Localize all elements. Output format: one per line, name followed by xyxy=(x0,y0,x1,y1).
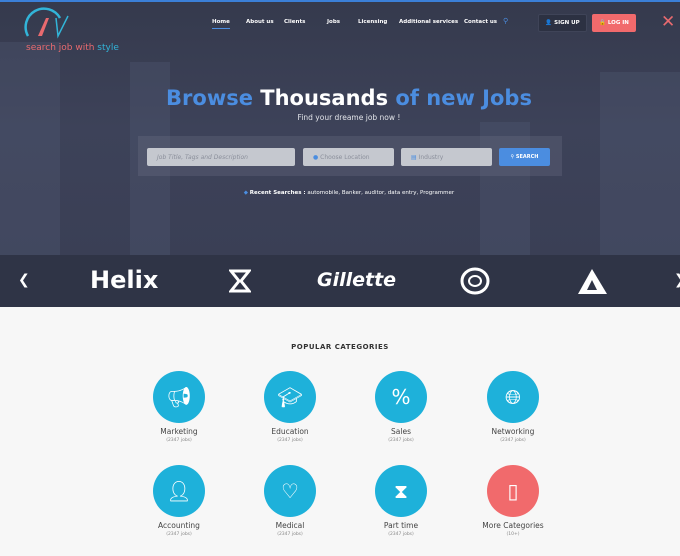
hero-title: Browse Thousands of new Jobs xyxy=(0,86,680,110)
title-part: of new Jobs xyxy=(388,86,532,110)
category-count: (2347 jobs) xyxy=(388,438,414,443)
hero: search job with style Home About us Clie… xyxy=(0,0,680,255)
category-education[interactable]: 🎓︎ Education (2347 jobs) xyxy=(235,371,345,443)
recent-label: Recent Searches : xyxy=(249,190,306,196)
category-count: (10+) xyxy=(506,532,520,537)
category-accounting[interactable]: 👤︎ Accounting (2347 jobs) xyxy=(124,465,234,537)
recent-searches: ◆ Recent Searches : automobile, Banker, … xyxy=(0,190,680,196)
keyword-input[interactable]: Job Title, Tags and Description xyxy=(147,148,295,166)
category-name: Part time xyxy=(383,521,419,530)
brand-gillette: Gillette xyxy=(317,269,397,291)
hero-subtitle: Find your dreame job now ! xyxy=(297,113,401,122)
close-icon[interactable]: ✕ xyxy=(661,12,675,32)
tagline: search job with style xyxy=(26,43,119,53)
industry-select[interactable]: ▤ Industry xyxy=(401,148,492,166)
tagline-accent: style xyxy=(97,43,119,53)
graduation-cap-icon: 🎓︎ xyxy=(264,371,316,423)
category-networking[interactable]: 🌐︎ Networking (2347 jobs) xyxy=(458,371,568,443)
nav-home[interactable]: Home xyxy=(212,19,230,29)
category-medical[interactable]: ♡ Medical (2347 jobs) xyxy=(235,465,345,537)
location-input[interactable]: ● Choose Location xyxy=(303,148,394,166)
category-count: (2347 jobs) xyxy=(166,438,192,443)
category-name: Accounting xyxy=(158,521,200,530)
heart-hand-icon: ♡ xyxy=(264,465,316,517)
nav-clients[interactable]: Clients xyxy=(284,19,305,25)
carousel-next-icon[interactable]: ❯ xyxy=(674,272,680,288)
category-name: Education xyxy=(271,427,309,436)
category-count: (2347 jobs) xyxy=(277,532,303,537)
tagline-text: search job with xyxy=(26,43,98,53)
category-sales[interactable]: % Sales (2347 jobs) xyxy=(346,371,456,443)
category-part-time[interactable]: ⧗ Part time (2347 jobs) xyxy=(346,465,456,537)
title-highlight: Thousands xyxy=(260,86,389,110)
title-part: Browse xyxy=(166,86,261,110)
recent-list[interactable]: automobile, Banker, auditor, data entry,… xyxy=(307,190,454,196)
nav-additional-services[interactable]: Additional services xyxy=(399,19,458,25)
section-title: POPULAR CATEGORIES xyxy=(291,343,389,351)
lock-icon: 🔒 xyxy=(599,20,608,26)
accountant-icon: 👤︎ xyxy=(153,465,205,517)
signup-button[interactable]: 👤 SIGN UP xyxy=(538,14,587,32)
industry-placeholder: Industry xyxy=(418,153,444,161)
category-count: (2347 jobs) xyxy=(166,532,192,537)
signup-label: SIGN UP xyxy=(554,20,580,26)
carousel-prev-icon[interactable]: ❮ xyxy=(18,272,30,288)
brand-helix: Helix xyxy=(90,266,159,294)
logo[interactable] xyxy=(22,6,74,44)
more-icon: ▯ xyxy=(487,465,539,517)
brand-logo-cube xyxy=(229,269,251,293)
list-icon: ▤ xyxy=(411,153,419,161)
category-name: Networking xyxy=(491,427,535,436)
search-button-label: SEARCH xyxy=(515,154,539,160)
hourglass-icon: ⧗ xyxy=(375,465,427,517)
category-name: More Categories xyxy=(482,521,544,530)
nav-licensing[interactable]: Licensing xyxy=(358,19,387,25)
search-icon[interactable]: ⚲ xyxy=(503,17,508,25)
category-more[interactable]: ▯ More Categories (10+) xyxy=(458,465,568,537)
brand-logo-triangle xyxy=(578,269,607,294)
category-name: Sales xyxy=(391,427,411,436)
nav-about[interactable]: About us xyxy=(246,19,274,25)
category-name: Marketing xyxy=(160,427,198,436)
globe-network-icon: 🌐︎ xyxy=(487,371,539,423)
location-placeholder: Choose Location xyxy=(320,153,370,161)
brand-logo-ring xyxy=(460,267,490,295)
hand-percent-icon: % xyxy=(375,371,427,423)
megaphone-icon: 📢︎ xyxy=(153,371,205,423)
login-button[interactable]: 🔒 LOG IN xyxy=(592,14,636,32)
user-icon: 👤 xyxy=(545,20,555,26)
category-count: (2347 jobs) xyxy=(277,438,303,443)
map-pin-icon: ● xyxy=(313,153,321,161)
nav-contact[interactable]: Contact us xyxy=(464,19,497,25)
brand-carousel: Helix Gillette xyxy=(0,255,680,307)
nav-jobs[interactable]: Jobs xyxy=(327,19,340,25)
login-label: LOG IN xyxy=(607,20,629,26)
category-count: (2347 jobs) xyxy=(388,532,414,537)
search-button[interactable]: ⚲ SEARCH xyxy=(499,148,550,166)
category-name: Medical xyxy=(275,521,305,530)
category-count: (2347 jobs) xyxy=(500,438,526,443)
category-marketing[interactable]: 📢︎ Marketing (2347 jobs) xyxy=(124,371,234,443)
